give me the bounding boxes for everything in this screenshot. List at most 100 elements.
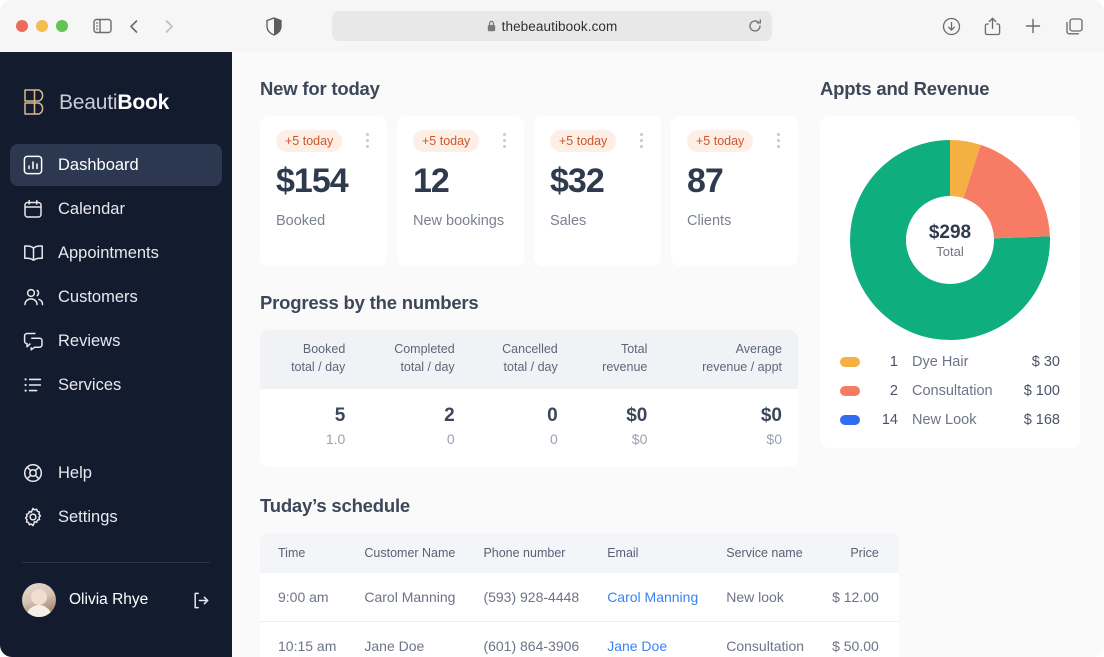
stat-card[interactable]: +5 today 87 Clients: [671, 116, 798, 266]
legend-value: $ 168: [1024, 412, 1060, 428]
card-menu-icon[interactable]: [773, 130, 784, 151]
legend-item[interactable]: 1 Dye Hair $ 30: [840, 354, 1060, 370]
schedule-column-header: Service name: [708, 533, 814, 573]
sidebar-item-customers[interactable]: Customers: [10, 276, 222, 318]
progress-cell: $0 $0: [574, 389, 664, 467]
stat-card[interactable]: +5 today $32 Sales: [534, 116, 661, 266]
maximize-window-button[interactable]: [56, 20, 68, 32]
avatar: [22, 583, 56, 617]
stat-card[interactable]: +5 today 12 New bookings: [397, 116, 524, 266]
brand-text: BeautiBook: [59, 91, 169, 115]
logout-icon[interactable]: [191, 591, 210, 610]
card-label: Booked: [276, 211, 373, 231]
sidebar-item-label: Calendar: [58, 200, 125, 219]
progress-cell: 5 1.0: [260, 389, 361, 467]
legend-item[interactable]: 2 Consultation $ 100: [840, 383, 1060, 399]
close-window-button[interactable]: [16, 20, 28, 32]
cell-phone: (601) 864-3906: [465, 621, 589, 657]
card-menu-icon[interactable]: [362, 130, 373, 151]
header-line1: Booked: [268, 341, 345, 359]
cell-service: Consultation: [708, 621, 814, 657]
progress-cell: 2 0: [361, 389, 470, 467]
sidebar-item-label: Appointments: [58, 244, 159, 263]
card-label: Clients: [687, 211, 784, 231]
legend-swatch: [840, 386, 860, 396]
header-line2: revenue / appt: [671, 359, 782, 377]
new-today-title: New for today: [260, 78, 798, 100]
progress-column-header: Total revenue: [574, 330, 664, 389]
donut-chart: $298 Total: [836, 134, 1064, 354]
sidebar-item-label: Dashboard: [58, 156, 139, 175]
shield-icon[interactable]: [260, 12, 288, 40]
browser-toolbar: thebeautibook.com: [0, 0, 1104, 52]
legend-label: Dye Hair: [912, 354, 1032, 370]
card-menu-icon[interactable]: [636, 130, 647, 151]
back-button[interactable]: [120, 12, 148, 40]
card-value: 87: [687, 162, 784, 201]
list-icon: [22, 374, 44, 396]
sidebar-item-calendar[interactable]: Calendar: [10, 188, 222, 230]
card-value: $154: [276, 162, 373, 201]
sidebar-item-reviews[interactable]: Reviews: [10, 320, 222, 362]
stat-cards: +5 today $154 Booked +5 today 12 New boo…: [260, 116, 798, 266]
progress-header-row: Booked total / day Completed total / day…: [260, 330, 798, 389]
minimize-window-button[interactable]: [36, 20, 48, 32]
status-badge: +5 today: [413, 130, 479, 152]
sidebar-item-services[interactable]: Services: [10, 364, 222, 406]
schedule-column-header: Customer Name: [346, 533, 465, 573]
window-controls: [16, 20, 68, 32]
schedule-column-header: Phone number: [465, 533, 589, 573]
forward-button[interactable]: [154, 12, 182, 40]
progress-value: $0: [671, 405, 782, 427]
card-label: New bookings: [413, 211, 510, 231]
legend-item[interactable]: 14 New Look $ 168: [840, 412, 1060, 428]
progress-column-header: Completed total / day: [361, 330, 470, 389]
progress-value: 0: [479, 405, 558, 427]
address-bar[interactable]: thebeautibook.com: [332, 11, 772, 41]
legend-label: Consultation: [912, 383, 1024, 399]
brand-name-bold: Book: [117, 91, 169, 114]
card-menu-icon[interactable]: [499, 130, 510, 151]
sidebar-item-settings[interactable]: Settings: [10, 496, 222, 538]
cell-email: Carol Manning: [589, 573, 708, 622]
cell-time: 9:00 am: [260, 573, 346, 622]
download-icon[interactable]: [937, 12, 965, 40]
stat-card[interactable]: +5 today $154 Booked: [260, 116, 387, 266]
plus-icon[interactable]: [1019, 12, 1047, 40]
email-link[interactable]: Carol Manning: [607, 589, 698, 605]
legend-swatch: [840, 357, 860, 367]
tab-overview-icon[interactable]: [1060, 12, 1088, 40]
progress-subvalue: 0: [479, 431, 558, 447]
sidebar-item-appointments[interactable]: Appointments: [10, 232, 222, 274]
card-header: +5 today: [276, 130, 373, 152]
table-row[interactable]: 9:00 am Carol Manning (593) 928-4448 Car…: [260, 573, 899, 622]
legend-count: 14: [860, 412, 898, 428]
header-line2: revenue: [582, 359, 648, 377]
gear-icon: [22, 506, 44, 528]
header-line2: total / day: [268, 359, 345, 377]
cell-phone: (593) 928-4448: [465, 573, 589, 622]
main-content: New for today +5 today $154 Booked +5 to…: [232, 52, 1104, 657]
user-profile[interactable]: Olivia Rhye: [0, 563, 232, 617]
sidebar-item-label: Reviews: [58, 332, 120, 351]
cell-time: 10:15 am: [260, 621, 346, 657]
progress-value: 2: [369, 405, 454, 427]
sidebar-item-dashboard[interactable]: Dashboard: [10, 144, 222, 186]
sidebar-item-help[interactable]: Help: [10, 452, 222, 494]
cell-email: Jane Doe: [589, 621, 708, 657]
sidebar-toggle-icon[interactable]: [88, 12, 116, 40]
lock-icon: [487, 20, 496, 32]
beautibook-logo-icon: [22, 88, 48, 118]
progress-table: Booked total / day Completed total / day…: [260, 330, 798, 467]
email-link[interactable]: Jane Doe: [607, 638, 667, 654]
table-row[interactable]: 10:15 am Jane Doe (601) 864-3906 Jane Do…: [260, 621, 899, 657]
share-icon[interactable]: [978, 12, 1006, 40]
progress-subvalue: 0: [369, 431, 454, 447]
users-icon: [22, 286, 44, 308]
reload-icon[interactable]: [748, 19, 762, 33]
card-value: $32: [550, 162, 647, 201]
toolbar-right-icons: [937, 12, 1088, 40]
url-text: thebeautibook.com: [502, 19, 618, 34]
user-name: Olivia Rhye: [69, 591, 178, 609]
cell-service: New look: [708, 573, 814, 622]
